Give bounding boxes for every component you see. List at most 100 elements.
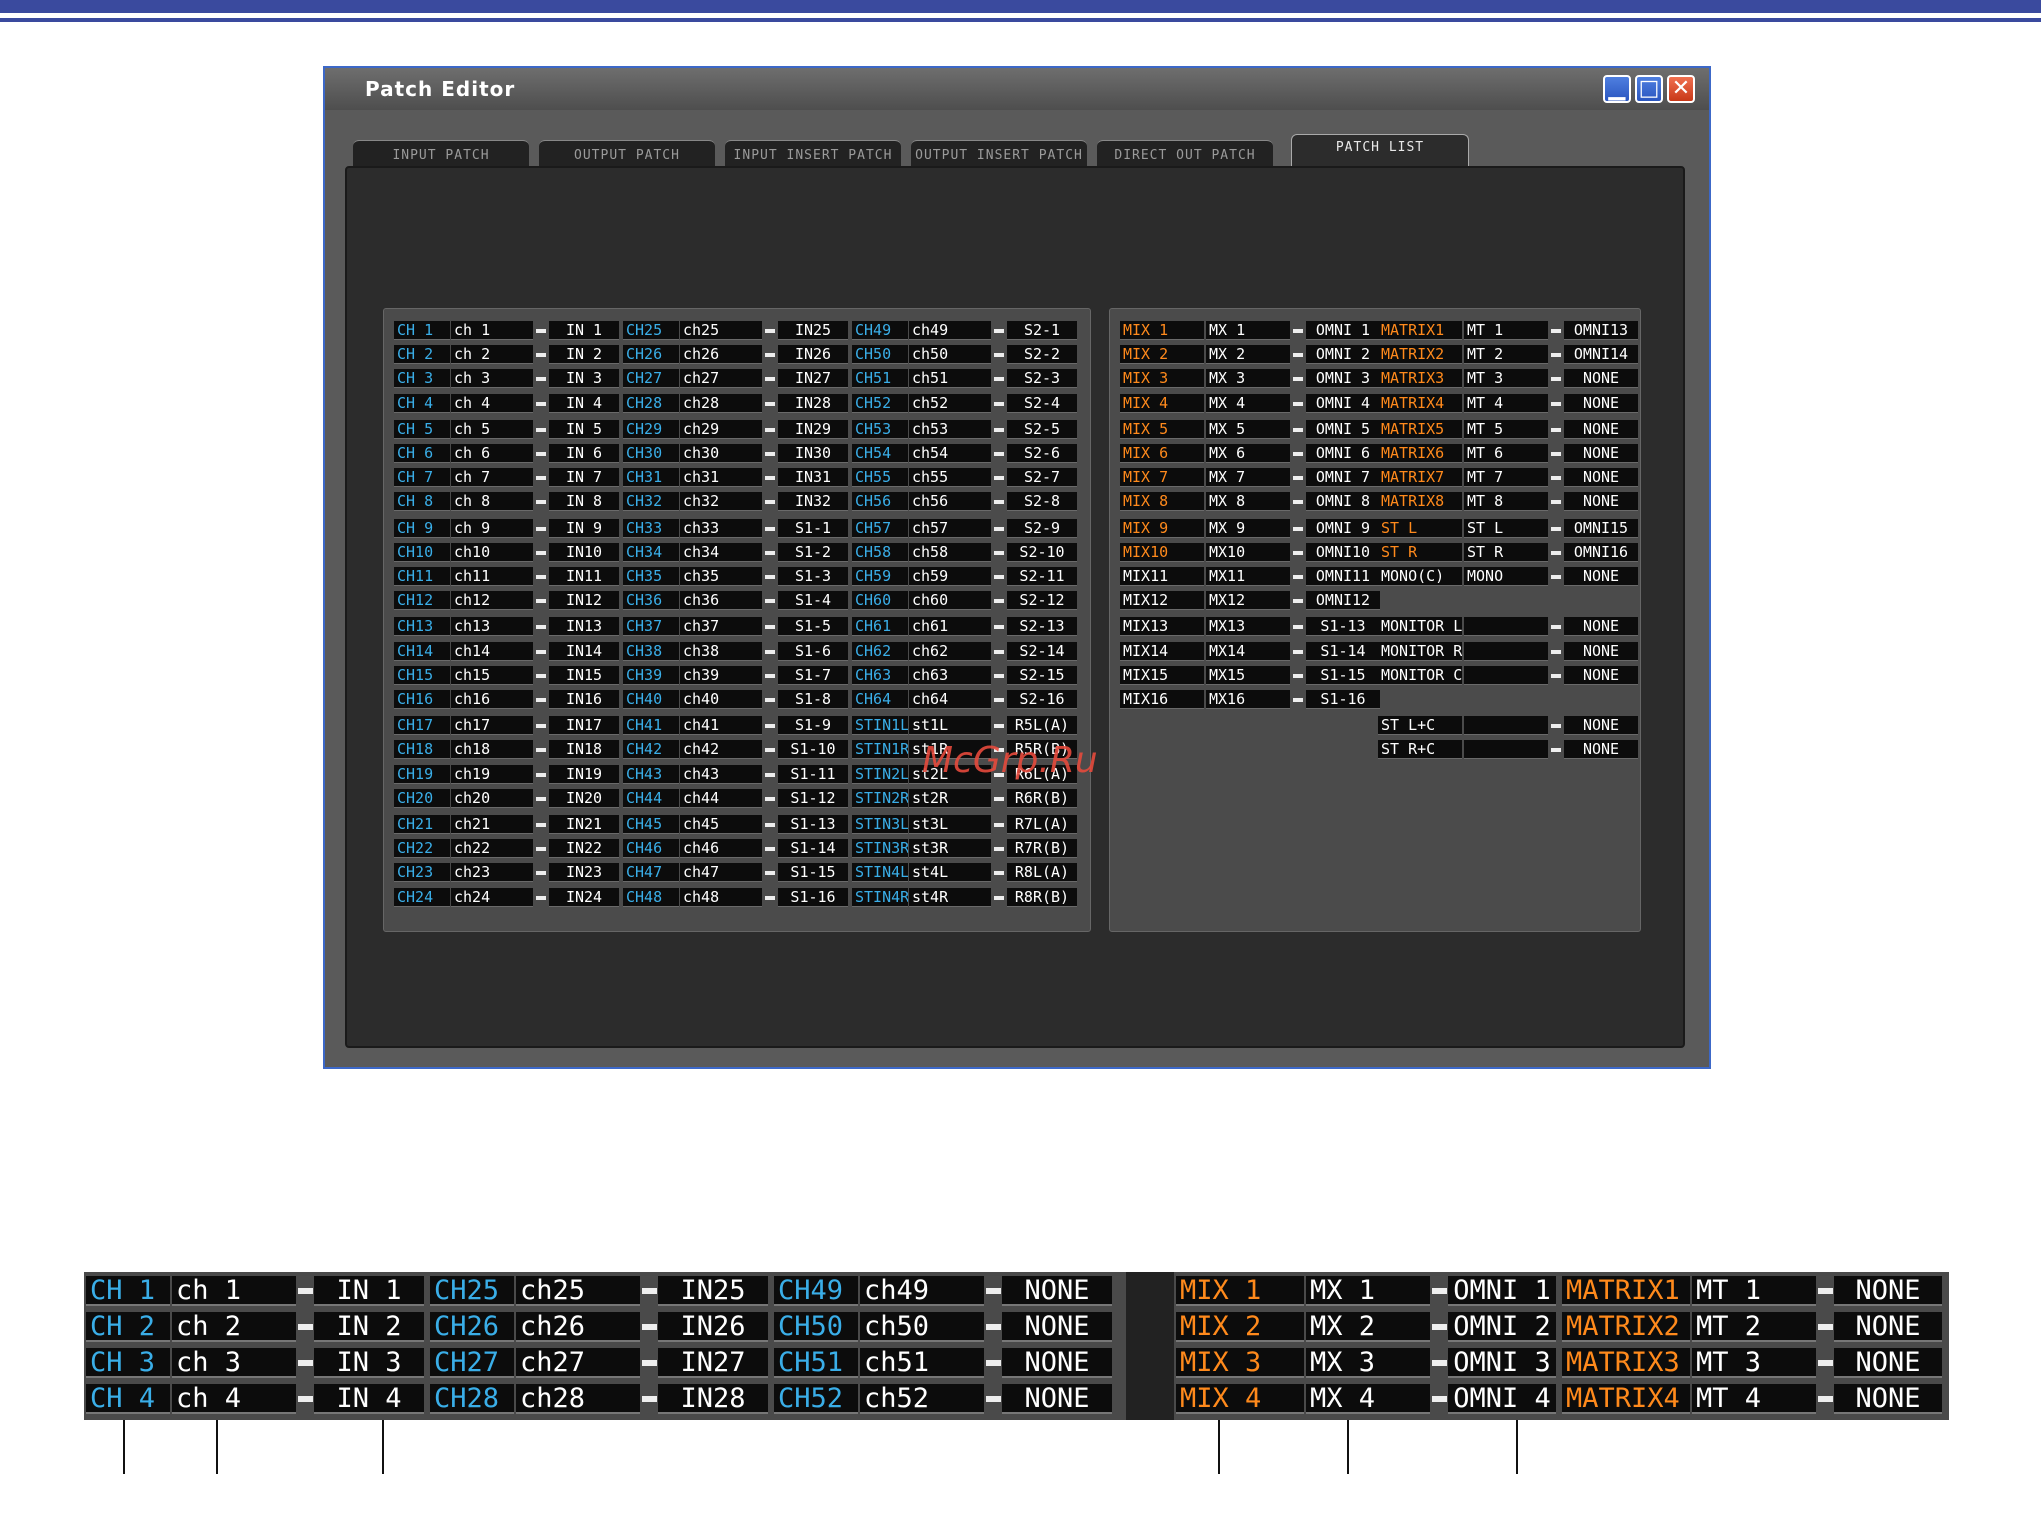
patch-port[interactable]: S1-12 [778,788,848,808]
patch-port[interactable]: IN 1 [549,321,619,340]
channel-name[interactable]: ch61 [909,617,991,637]
channel-name[interactable]: ch57 [909,518,991,538]
zoom-bus-name[interactable]: MX 2 [1306,1312,1430,1342]
mix-port[interactable]: S1-16 [1306,690,1380,709]
channel-name[interactable]: ch 4 [451,393,533,413]
channel-name[interactable]: ch50 [909,345,991,365]
mix-name[interactable]: MX13 [1206,617,1290,637]
channel-name[interactable]: ch40 [680,690,762,709]
channel-name[interactable]: ch31 [680,468,762,488]
matrix-name[interactable]: MT 1 [1464,321,1548,340]
patch-port[interactable]: IN32 [778,492,848,512]
zoom-bus-name[interactable]: MX 4 [1306,1384,1430,1414]
matrix-port[interactable]: OMNI13 [1564,321,1638,340]
channel-name[interactable]: ch45 [680,815,762,834]
mix-name[interactable]: MX11 [1206,567,1290,586]
channel-name[interactable]: ch 7 [451,468,533,488]
mix-port[interactable]: OMNI10 [1306,542,1380,562]
channel-name[interactable]: ch34 [680,542,762,562]
channel-name[interactable]: ch14 [451,641,533,661]
patch-port[interactable]: IN13 [549,617,619,637]
zoom-patch-port[interactable]: IN 1 [314,1276,424,1306]
stlc-port[interactable]: NONE [1564,740,1638,760]
patch-port[interactable]: S1-15 [778,863,848,883]
zoom-channel-name[interactable]: ch 3 [172,1348,296,1378]
zoom-patch-port[interactable]: NONE [1002,1348,1112,1378]
channel-name[interactable]: st2R [909,788,991,808]
patch-port[interactable]: IN16 [549,690,619,709]
channel-name[interactable]: ch44 [680,788,762,808]
matrix-port[interactable]: NONE [1564,393,1638,413]
zoom-channel-name[interactable]: ch52 [860,1384,984,1414]
patch-port[interactable]: S1-16 [778,887,848,907]
channel-name[interactable]: ch59 [909,567,991,586]
channel-name[interactable]: ch30 [680,444,762,463]
channel-name[interactable]: st1L [909,716,991,736]
patch-port[interactable]: IN27 [778,369,848,389]
channel-name[interactable]: ch15 [451,665,533,685]
zoom-channel-name[interactable]: ch51 [860,1348,984,1378]
patch-port[interactable]: R5L(A) [1007,716,1077,736]
channel-name[interactable]: ch17 [451,716,533,736]
channel-name[interactable]: st4L [909,863,991,883]
mix-port[interactable]: OMNI 1 [1306,321,1380,340]
patch-port[interactable]: IN25 [778,321,848,340]
channel-name[interactable]: ch 5 [451,419,533,439]
channel-name[interactable]: ch42 [680,740,762,760]
mix-port[interactable]: OMNI 5 [1306,419,1380,439]
channel-name[interactable]: ch41 [680,716,762,736]
mix-port[interactable]: OMNI 8 [1306,492,1380,512]
monitor-name[interactable] [1464,665,1548,685]
zoom-channel-name[interactable]: ch49 [860,1276,984,1306]
stlc-name[interactable] [1464,740,1548,760]
mix-name[interactable]: MX16 [1206,690,1290,709]
mix-name[interactable]: MX 8 [1206,492,1290,512]
patch-port[interactable]: S2-11 [1007,567,1077,586]
channel-name[interactable]: ch33 [680,518,762,538]
channel-name[interactable]: ch64 [909,690,991,709]
matrix-port[interactable]: NONE [1564,492,1638,512]
zoom-patch-port[interactable]: IN28 [658,1384,768,1414]
channel-name[interactable]: ch11 [451,567,533,586]
zoom-channel-name[interactable]: ch25 [516,1276,640,1306]
patch-port[interactable]: S1-7 [778,665,848,685]
channel-name[interactable]: ch35 [680,567,762,586]
zoom-channel-name[interactable]: ch50 [860,1312,984,1342]
patch-port[interactable]: IN23 [549,863,619,883]
zoom-channel-name[interactable]: ch28 [516,1384,640,1414]
channel-name[interactable]: ch63 [909,665,991,685]
patch-port[interactable]: IN17 [549,716,619,736]
monitor-port[interactable]: NONE [1564,641,1638,661]
channel-name[interactable]: ch27 [680,369,762,389]
zoom-patch-port[interactable]: NONE [1002,1384,1112,1414]
patch-port[interactable]: IN 4 [549,393,619,413]
channel-name[interactable]: ch16 [451,690,533,709]
channel-name[interactable]: ch49 [909,321,991,340]
patch-port[interactable]: S2-9 [1007,518,1077,538]
mix-port[interactable]: OMNI12 [1306,591,1380,611]
minimize-button[interactable]: ▁ [1603,75,1631,103]
channel-name[interactable]: ch13 [451,617,533,637]
maximize-button[interactable]: □ [1635,75,1663,103]
mix-name[interactable]: MX 2 [1206,345,1290,365]
zoom-patch-port[interactable]: IN 2 [314,1312,424,1342]
patch-port[interactable]: S2-16 [1007,690,1077,709]
patch-port[interactable]: S2-6 [1007,444,1077,463]
matrix-port[interactable]: NONE [1564,468,1638,488]
zoom-channel-name[interactable]: ch 2 [172,1312,296,1342]
matrix-port[interactable]: NONE [1564,419,1638,439]
zoom-patch-port[interactable]: OMNI 4 [1448,1384,1556,1414]
channel-name[interactable]: ch 1 [451,321,533,340]
channel-name[interactable]: ch62 [909,641,991,661]
monitor-name[interactable] [1464,641,1548,661]
channel-name[interactable]: ch26 [680,345,762,365]
channel-name[interactable]: ch 3 [451,369,533,389]
zoom-channel-name[interactable]: ch26 [516,1312,640,1342]
mix-port[interactable]: OMNI 2 [1306,345,1380,365]
zoom-bus-name[interactable]: MT 4 [1692,1384,1816,1414]
mix-name[interactable]: MX 1 [1206,321,1290,340]
patch-port[interactable]: S1-14 [778,839,848,859]
channel-name[interactable]: ch56 [909,492,991,512]
title-bar[interactable]: Patch Editor ▁ □ ✕ [325,68,1709,110]
matrix-name[interactable]: MT 3 [1464,369,1548,389]
